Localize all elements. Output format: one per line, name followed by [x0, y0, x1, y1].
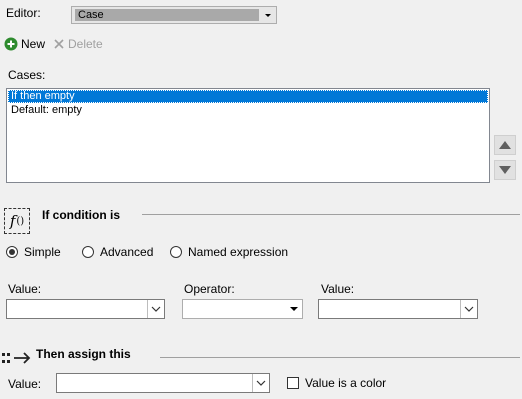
- chevron-down-icon: [290, 306, 298, 311]
- cases-label: Cases:: [8, 68, 46, 82]
- radio-named-label: Named expression: [188, 245, 289, 259]
- assign-value-dropdown-button[interactable]: [252, 374, 269, 392]
- value-left-label: Value:: [8, 282, 42, 296]
- radio-advanced[interactable]: Advanced: [82, 245, 153, 259]
- operator-dropdown-button[interactable]: [286, 300, 302, 318]
- plus-circle-icon: [4, 37, 18, 51]
- radio-named-circle: [170, 246, 182, 258]
- move-up-button[interactable]: [494, 135, 516, 155]
- editor-label: Editor:: [6, 6, 41, 20]
- cases-list[interactable]: If then empty Default: empty: [6, 88, 490, 183]
- chevron-down-icon: [464, 306, 474, 312]
- value-left-select[interactable]: [6, 299, 165, 319]
- operator-label: Operator:: [184, 282, 235, 296]
- triangle-down-icon: [499, 166, 511, 174]
- value-right-dropdown-button[interactable]: [460, 300, 477, 318]
- value-right-label: Value:: [321, 282, 355, 296]
- assign-value-label: Value:: [8, 377, 42, 391]
- x-icon: [54, 39, 64, 49]
- radio-simple[interactable]: Simple: [6, 245, 61, 259]
- chevron-down-icon: [256, 380, 266, 386]
- radio-simple-label: Simple: [24, 245, 61, 259]
- delete-button[interactable]: Delete: [53, 37, 103, 51]
- chevron-down-icon: [151, 306, 161, 312]
- fx-symbol: f: [9, 212, 16, 230]
- editor-select[interactable]: Case: [71, 6, 277, 24]
- operator-select[interactable]: [182, 299, 303, 319]
- condition-section-title: If condition is: [42, 208, 120, 222]
- chevron-down-icon: [265, 14, 271, 17]
- editor-select-value: Case: [75, 9, 259, 21]
- list-item[interactable]: If then empty: [8, 90, 488, 103]
- value-right-select[interactable]: [318, 299, 478, 319]
- radio-advanced-circle: [82, 246, 94, 258]
- radio-simple-circle: [6, 246, 18, 258]
- condition-divider: [142, 214, 520, 215]
- radio-advanced-label: Advanced: [100, 245, 154, 259]
- delete-button-label: Delete: [68, 37, 103, 51]
- fx-parens: (): [16, 215, 25, 227]
- assign-value-select[interactable]: [56, 373, 270, 393]
- triangle-up-icon: [499, 141, 511, 149]
- list-item[interactable]: Default: empty: [8, 104, 488, 117]
- value-is-color-box: [287, 377, 299, 389]
- value-left-dropdown-button[interactable]: [147, 300, 164, 318]
- radio-named-expression[interactable]: Named expression: [170, 245, 288, 259]
- function-icon: f(): [4, 208, 30, 234]
- arrow-right-icon: [2, 352, 31, 364]
- assign-divider: [160, 357, 520, 358]
- assign-section-title: Then assign this: [36, 347, 131, 361]
- move-down-button[interactable]: [494, 160, 516, 180]
- value-is-color-checkbox[interactable]: Value is a color: [287, 376, 386, 390]
- new-button-label: New: [21, 37, 46, 51]
- value-is-color-label: Value is a color: [305, 376, 387, 390]
- new-button[interactable]: New: [4, 37, 45, 51]
